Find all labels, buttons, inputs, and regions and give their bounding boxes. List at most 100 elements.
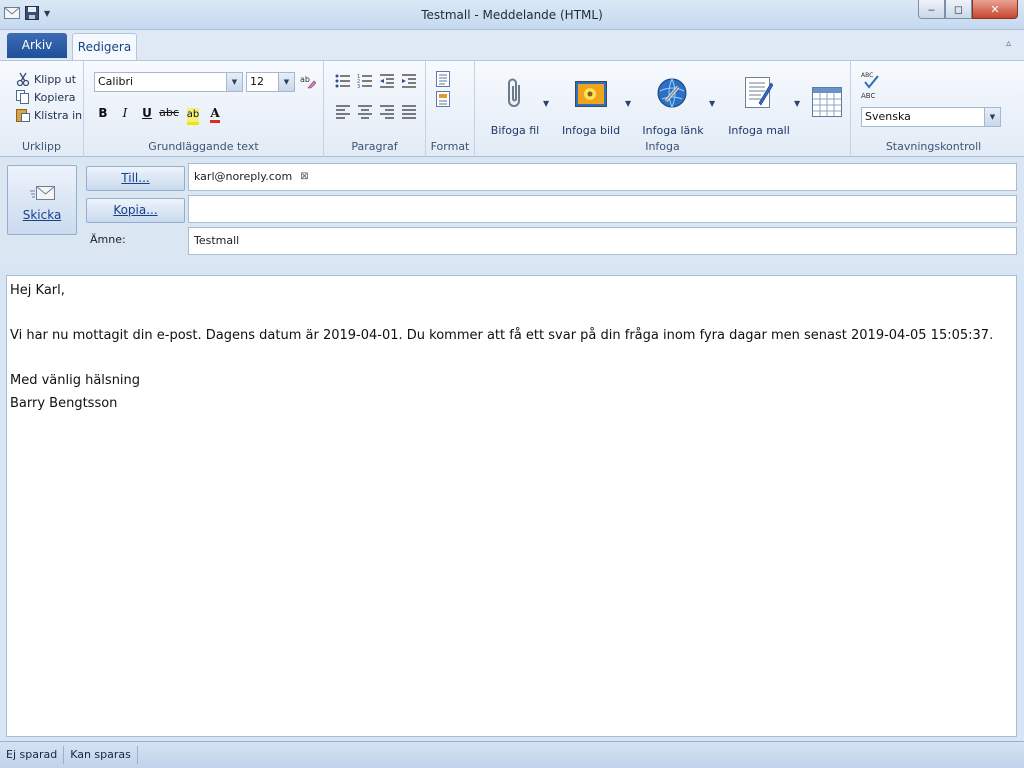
- recipient-address: karl@noreply.com: [194, 170, 293, 183]
- ribbon-tabs: Arkiv Redigera ▵: [0, 30, 1024, 61]
- language-select[interactable]: Svenska ▼: [861, 107, 1001, 127]
- to-field[interactable]: karl@noreply.com ⊠: [188, 163, 1017, 191]
- spelling-group-label: Stavningskontroll: [885, 140, 982, 153]
- picture-icon: [575, 81, 607, 107]
- cc-field[interactable]: [188, 195, 1017, 223]
- status-saveable: Kan sparas: [64, 746, 138, 764]
- paragraph-group-label: Paragraf: [351, 140, 398, 153]
- align-right-icon[interactable]: [379, 104, 399, 122]
- globe-link-icon: [656, 77, 688, 109]
- attach-file-button[interactable]: Bifoga fil: [489, 69, 541, 144]
- chevron-down-icon: ▼: [984, 108, 1000, 126]
- format-html-icon[interactable]: [436, 91, 450, 107]
- insert-link-button[interactable]: Infoga länk: [641, 69, 705, 144]
- basic-text-group-label: Grundläggande text: [148, 140, 259, 153]
- font-size-select[interactable]: 12 ▼: [246, 72, 295, 92]
- chevron-down-icon: ▼: [226, 73, 242, 91]
- paperclip-icon: [505, 77, 525, 109]
- recipient-chip[interactable]: karl@noreply.com ⊠: [194, 170, 309, 183]
- abc-label: ABC: [861, 92, 876, 100]
- svg-text:ab: ab: [300, 75, 310, 84]
- cut-button[interactable]: Klipp ut: [16, 72, 76, 86]
- increase-indent-icon[interactable]: [401, 73, 421, 91]
- font-size-value: 12: [250, 75, 264, 88]
- body-greeting: Hej Karl,: [10, 283, 65, 298]
- align-left-icon[interactable]: [335, 104, 355, 122]
- paste-button[interactable]: Klistra in: [16, 108, 82, 122]
- group-clipboard: Klipp ut Kopiera Klistra in Urklipp: [0, 61, 84, 157]
- bullet-list-icon[interactable]: [335, 73, 355, 91]
- language-value: Svenska: [865, 110, 911, 123]
- group-spelling: ABC ABC Svenska ▼ Stavningskontroll: [851, 61, 1016, 157]
- to-button[interactable]: Till...: [86, 166, 185, 191]
- paste-icon: [16, 108, 30, 122]
- envelope-send-icon: [30, 184, 56, 202]
- font-color-icon: A: [210, 106, 220, 123]
- svg-text:3: 3: [357, 84, 360, 89]
- highlight-icon: ab: [186, 108, 200, 125]
- align-center-icon[interactable]: [357, 104, 377, 122]
- maximize-button[interactable]: ◻: [945, 0, 972, 19]
- status-saved: Ej sparad: [0, 746, 65, 764]
- table-icon[interactable]: [812, 87, 842, 117]
- chevron-down-icon[interactable]: ▼: [625, 99, 631, 108]
- paste-label: Klistra in: [34, 108, 83, 122]
- copy-label: Kopiera: [34, 90, 76, 104]
- copy-icon: [16, 90, 30, 104]
- clipboard-group-label: Urklipp: [21, 140, 62, 153]
- chevron-down-icon[interactable]: ▼: [709, 99, 715, 108]
- group-format: Format: [426, 61, 475, 157]
- collapse-ribbon-icon[interactable]: ▵: [1006, 38, 1011, 49]
- subject-field[interactable]: Testmall: [188, 227, 1017, 255]
- font-color-button[interactable]: A: [205, 103, 225, 123]
- clear-formatting-icon[interactable]: ab: [300, 73, 316, 89]
- window-title: Testmall - Meddelande (HTML): [421, 8, 603, 22]
- attach-file-label: Bifoga fil: [490, 124, 540, 137]
- minimize-button[interactable]: ‒: [918, 0, 945, 19]
- copy-button[interactable]: Kopiera: [16, 90, 75, 104]
- insert-template-button[interactable]: Infoga mall: [725, 69, 793, 144]
- insert-picture-label: Infoga bild: [561, 124, 621, 137]
- numbered-list-icon[interactable]: 123: [357, 73, 377, 91]
- ribbon: Klipp ut Kopiera Klistra in Urklipp Cali…: [0, 60, 1024, 157]
- message-body[interactable]: Hej Karl, Vi har nu mottagit din e-post.…: [6, 275, 1017, 737]
- send-label: Skicka: [22, 208, 62, 222]
- body-closing: Med vänlig hälsning: [10, 373, 141, 388]
- justify-icon[interactable]: [401, 104, 421, 122]
- italic-button[interactable]: I: [115, 103, 135, 123]
- chevron-down-icon[interactable]: ▼: [543, 99, 549, 108]
- insert-template-label: Infoga mall: [728, 124, 790, 137]
- subject-label: Ämne:: [90, 233, 126, 246]
- close-button[interactable]: ✕: [972, 0, 1018, 19]
- status-bar: Ej sparad Kan sparas: [0, 741, 1024, 768]
- highlight-button[interactable]: ab: [183, 103, 203, 125]
- cc-button-label: Kopia...: [113, 203, 158, 217]
- insert-picture-button[interactable]: Infoga bild: [559, 69, 623, 144]
- font-family-select[interactable]: Calibri ▼: [94, 72, 243, 92]
- title-bar: ▼ Testmall - Meddelande (HTML) ‒ ◻ ✕: [0, 0, 1024, 30]
- insert-link-label: Infoga länk: [642, 124, 704, 137]
- scissors-icon: [16, 72, 30, 86]
- bold-button[interactable]: B: [93, 103, 113, 123]
- group-basic-text: Calibri ▼ 12 ▼ ab B I U abc ab A Grundlä…: [84, 61, 324, 157]
- cc-button[interactable]: Kopia...: [86, 198, 185, 223]
- tab-edit[interactable]: Redigera: [72, 33, 137, 61]
- strikethrough-button[interactable]: abc: [159, 103, 179, 123]
- remove-recipient-icon[interactable]: ⊠: [300, 171, 308, 182]
- tab-file[interactable]: Arkiv: [7, 33, 67, 58]
- group-paragraph: 123 Paragraf: [324, 61, 426, 157]
- spellcheck-icon[interactable]: ABC: [861, 71, 881, 89]
- underline-button[interactable]: U: [137, 103, 157, 123]
- cut-label: Klipp ut: [34, 72, 77, 86]
- font-family-value: Calibri: [98, 75, 134, 88]
- chevron-down-icon[interactable]: ▼: [794, 99, 800, 108]
- format-plain-text-icon[interactable]: [436, 71, 450, 87]
- decrease-indent-icon[interactable]: [379, 73, 399, 91]
- send-button[interactable]: Skicka: [7, 165, 77, 235]
- body-signature: Barry Bengtsson: [10, 395, 118, 411]
- insert-group-label: Infoga: [645, 140, 680, 153]
- template-icon: [745, 77, 773, 109]
- to-button-label: Till...: [121, 171, 150, 185]
- message-header: Skicka Till... karl@noreply.com ⊠ Kopia.…: [0, 158, 1024, 270]
- abc-text-top: ABC: [861, 72, 873, 79]
